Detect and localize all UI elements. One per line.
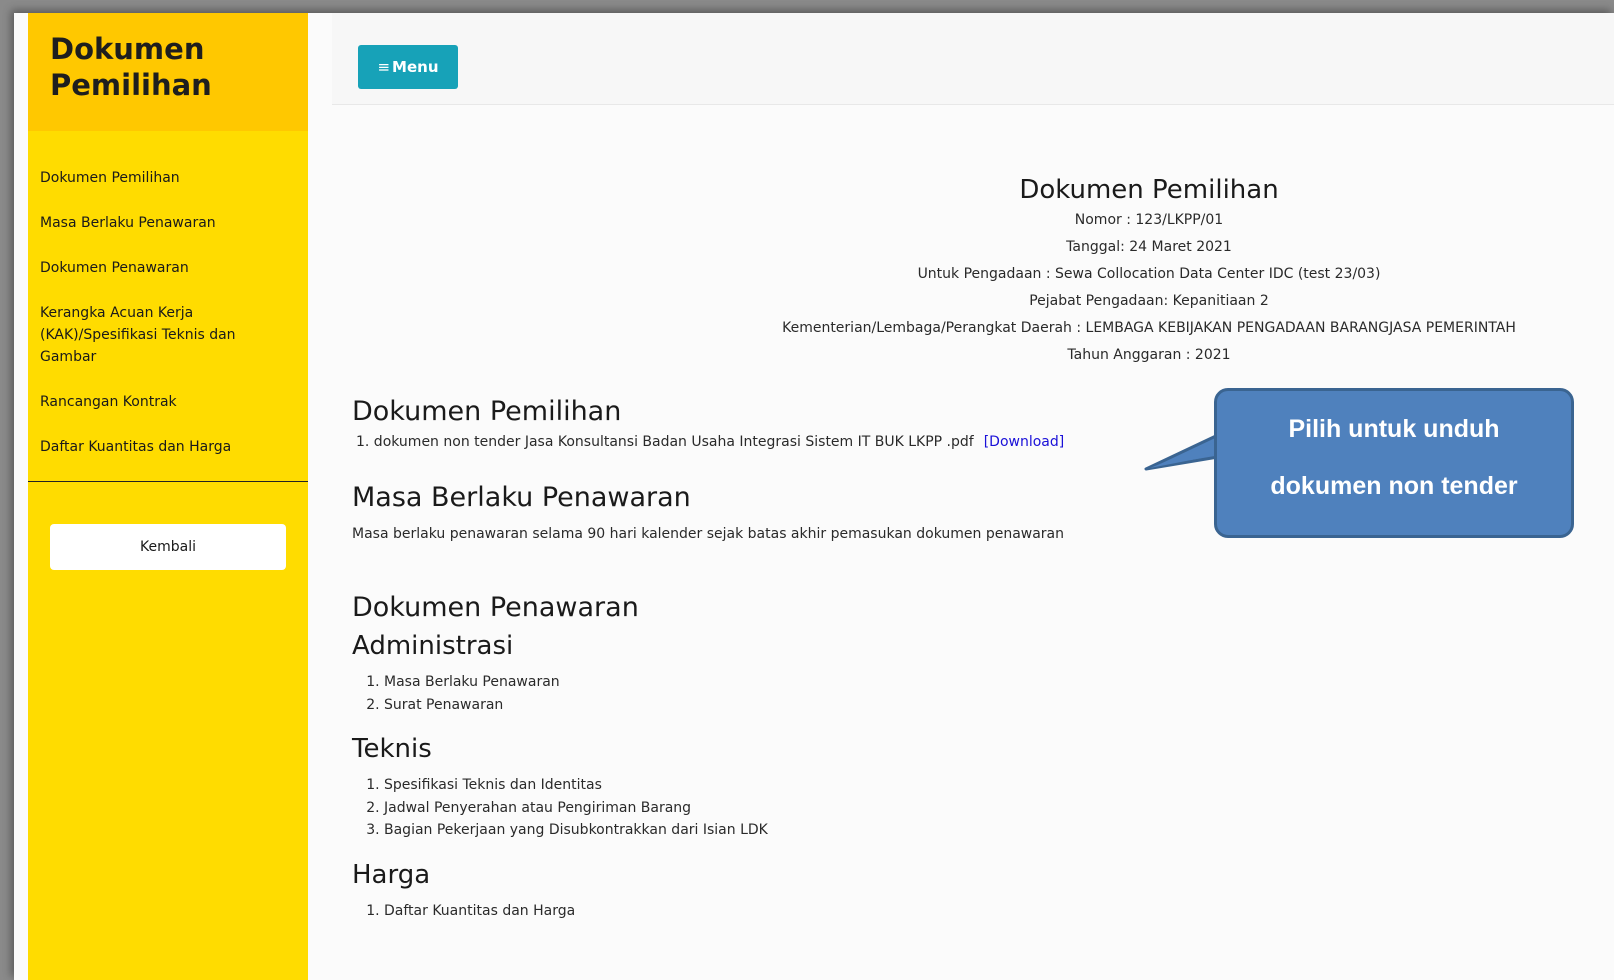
document-file-name: 1. dokumen non tender Jasa Konsultansi B… <box>356 434 974 450</box>
sidebar-item-rancangan-kontrak[interactable]: Rancangan Kontrak <box>28 391 308 413</box>
sidebar-item-dokumen-pemilihan[interactable]: Dokumen Pemilihan <box>28 167 308 189</box>
tahun-text: Tahun Anggaran : 2021 <box>1067 347 1231 363</box>
list-item: Spesifikasi Teknis dan Identitas <box>384 774 1552 797</box>
callout-pointer <box>1144 433 1222 471</box>
document-header: Dokumen Pemilihan Nomor : 123/LKPP/01 Ta… <box>734 173 1564 369</box>
sidebar-item-dokumen-penawaran[interactable]: Dokumen Penawaran <box>28 257 308 279</box>
subsection-heading-teknis: Teknis <box>352 734 432 764</box>
list-item: Jadwal Penyerahan atau Pengiriman Barang <box>384 797 1552 820</box>
menu-button[interactable]: ≡ Menu <box>358 45 458 89</box>
callout-line1: Pilih untuk unduh <box>1288 415 1500 443</box>
sidebar-item-daftar-kuantitas[interactable]: Daftar Kuantitas dan Harga <box>28 436 308 458</box>
sidebar-title-line2: Pemilihan <box>50 68 212 102</box>
nomor-text: Nomor : 123/LKPP/01 <box>1074 212 1224 228</box>
list-item: Bagian Pekerjaan yang Disubkontrakkan da… <box>384 819 1552 842</box>
subsection-heading-harga: Harga <box>352 859 431 890</box>
sidebar: Dokumen Pemilihan Dokumen Pemilihan Masa… <box>28 13 308 980</box>
list-item: Daftar Kuantitas dan Harga <box>384 900 1552 923</box>
callout-line2: dokumen non tender <box>1270 472 1518 500</box>
kementerian-text: Kementerian/Lembaga/Perangkat Daerah : L… <box>782 320 1516 336</box>
subsection-heading-administrasi: Administrasi <box>352 631 514 661</box>
menu-button-label: Menu <box>392 58 439 76</box>
app-window: Dokumen Pemilihan Dokumen Pemilihan Masa… <box>14 13 1614 980</box>
harga-list: Daftar Kuantitas dan Harga <box>352 900 1552 923</box>
sidebar-title: Dokumen Pemilihan <box>50 31 286 103</box>
sidebar-item-kak-spesifikasi[interactable]: Kerangka Acuan Kerja (KAK)/Spesifikasi T… <box>28 302 308 368</box>
sidebar-nav: Dokumen Pemilihan Masa Berlaku Penawaran… <box>28 131 308 458</box>
administrasi-list: Masa Berlaku Penawaran Surat Penawaran <box>352 671 1552 716</box>
list-item: Masa Berlaku Penawaran <box>384 671 1552 694</box>
teknis-list: Spesifikasi Teknis dan Identitas Jadwal … <box>352 774 1552 842</box>
page-title: Dokumen Pemilihan <box>1019 175 1279 205</box>
hamburger-icon: ≡ <box>377 58 391 76</box>
pejabat-text: Pejabat Pengadaan: Kepanitiaan 2 <box>1029 293 1269 309</box>
tanggal-text: Tanggal: 24 Maret 2021 <box>1066 239 1232 255</box>
back-button[interactable]: Kembali <box>50 524 286 570</box>
section-heading-dokumen-penawaran: Dokumen Penawaran <box>352 592 639 623</box>
topbar: ≡ Menu <box>332 13 1614 105</box>
sidebar-item-masa-berlaku-penawaran[interactable]: Masa Berlaku Penawaran <box>28 212 308 234</box>
sidebar-title-line1: Dokumen <box>50 32 205 66</box>
list-item: Surat Penawaran <box>384 694 1552 717</box>
instruction-callout: Pilih untuk unduh dokumen non tender <box>1214 388 1574 538</box>
download-link[interactable]: [Download] <box>984 434 1065 450</box>
sidebar-divider <box>28 481 308 482</box>
pengadaan-text: Untuk Pengadaan : Sewa Collocation Data … <box>917 266 1381 282</box>
sidebar-header: Dokumen Pemilihan <box>28 13 308 131</box>
